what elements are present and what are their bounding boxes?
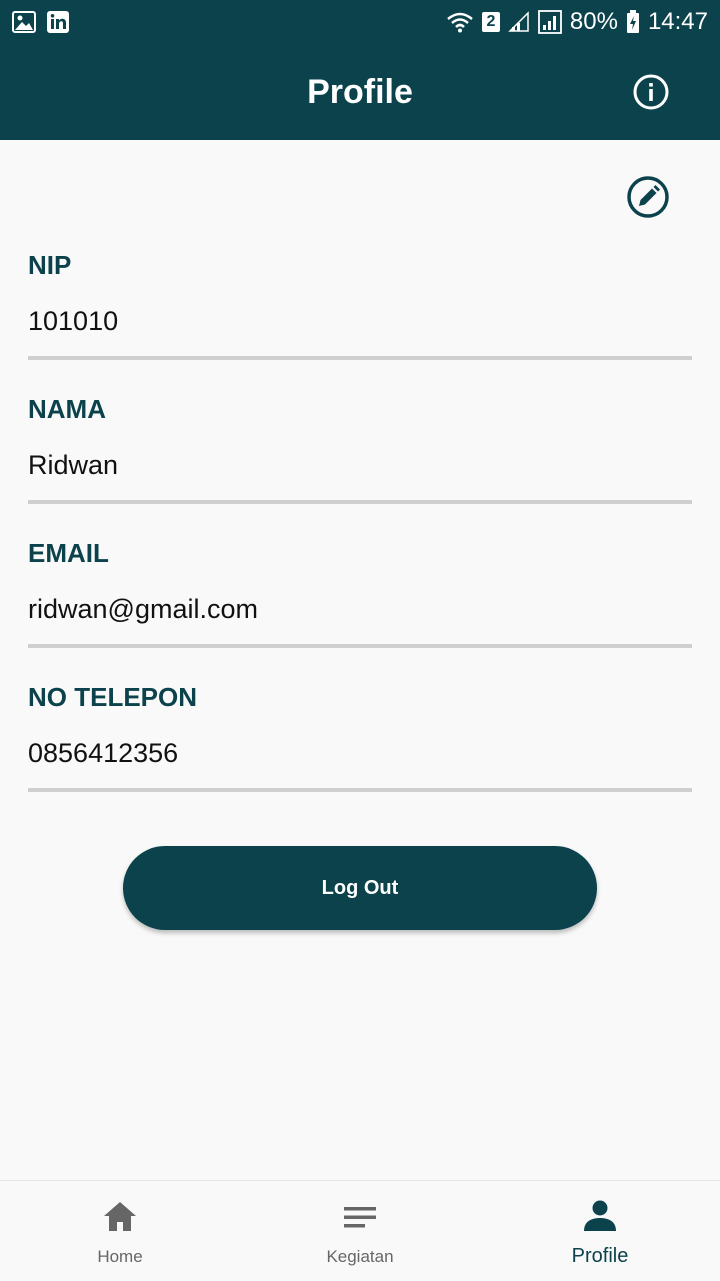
nav-item-home[interactable]: Home xyxy=(0,1181,240,1281)
divider xyxy=(28,500,692,504)
nav-label-home: Home xyxy=(97,1247,143,1266)
battery-icon xyxy=(626,10,640,34)
gallery-icon xyxy=(12,11,36,33)
nama-value: Ridwan xyxy=(28,450,119,480)
phone-value: 0856412356 xyxy=(28,738,179,768)
nav-label-kegiatan: Kegiatan xyxy=(326,1247,394,1266)
nav-item-profile[interactable]: Profile xyxy=(480,1181,720,1281)
clock: 14:47 xyxy=(647,8,708,35)
nip-label: NIP xyxy=(28,250,72,280)
battery-percent: 80% xyxy=(569,8,618,35)
nip-value: 101010 xyxy=(28,306,119,336)
divider xyxy=(28,788,692,792)
sim-badge: 2 xyxy=(481,12,500,32)
person-icon xyxy=(580,1197,620,1237)
email-label: EMAIL xyxy=(28,538,109,568)
nav-item-kegiatan[interactable]: Kegiatan xyxy=(240,1181,480,1281)
page-title: Profile xyxy=(307,72,413,111)
linkedin-icon xyxy=(46,10,70,34)
nama-label: NAMA xyxy=(28,394,106,424)
signal-icon xyxy=(508,11,530,33)
wifi-icon xyxy=(446,11,474,33)
bottom-navigation: Home Kegiatan Profile xyxy=(0,1180,720,1280)
phone-label: NO TELEPON xyxy=(28,682,198,712)
edit-pencil-icon[interactable] xyxy=(626,175,670,219)
home-icon xyxy=(100,1197,140,1237)
email-value: ridwan@gmail.com xyxy=(28,594,258,624)
divider xyxy=(28,356,692,360)
logout-button[interactable]: Log Out xyxy=(123,846,597,930)
signal-icon xyxy=(537,10,562,34)
info-icon[interactable] xyxy=(632,73,670,111)
status-bar: 2 80% 14:47 xyxy=(0,0,720,44)
nav-label-profile: Profile xyxy=(571,1245,629,1267)
app-bar: Profile xyxy=(0,44,720,140)
divider xyxy=(28,644,692,648)
list-icon xyxy=(340,1197,380,1237)
